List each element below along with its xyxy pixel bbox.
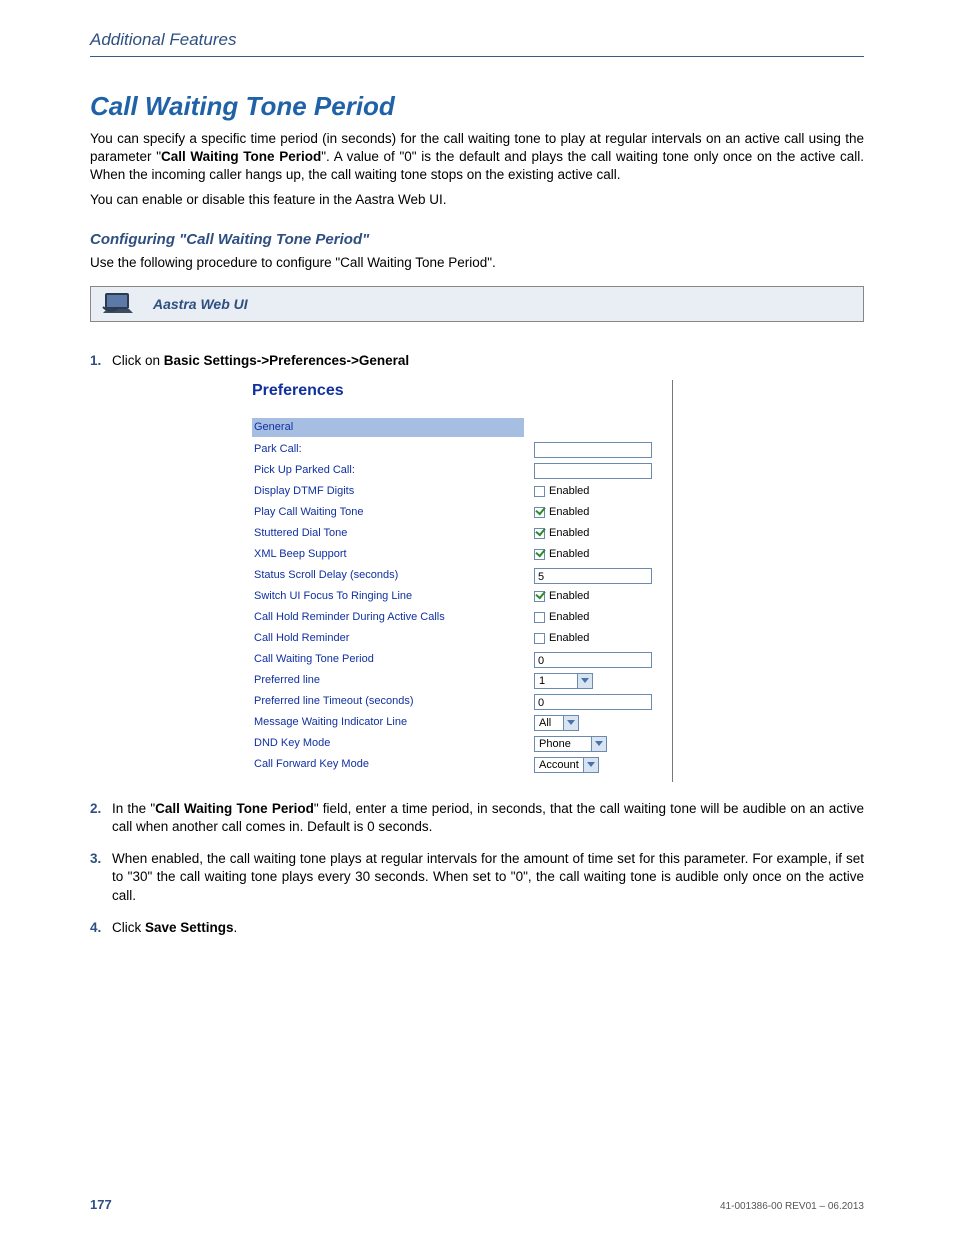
label: XML Beep Support <box>252 547 534 562</box>
procedure-steps: Click on Basic Settings->Preferences->Ge… <box>90 352 864 937</box>
page-footer: 177 41-001386-00 REV01 – 06.2013 <box>90 1197 864 1212</box>
label: DND Key Mode <box>252 736 534 751</box>
stutter-checkbox[interactable] <box>534 528 545 539</box>
row-park-call: Park Call: <box>252 440 672 460</box>
chevron-down-icon <box>563 716 578 730</box>
label: Switch UI Focus To Ringing Line <box>252 589 534 604</box>
enabled-text: Enabled <box>549 505 589 520</box>
page-number: 177 <box>90 1197 112 1212</box>
section-title: Call Waiting Tone Period <box>90 91 864 122</box>
select-value: Phone <box>535 737 591 751</box>
step-2: In the "Call Waiting Tone Period" field,… <box>90 800 864 836</box>
enabled-text: Enabled <box>549 589 589 604</box>
prefline-timeout-input[interactable]: 0 <box>534 694 652 710</box>
running-header: Additional Features <box>90 30 864 57</box>
field-name: Call Waiting Tone Period <box>155 801 314 816</box>
row-cw-tone-period: Call Waiting Tone Period 0 <box>252 650 672 670</box>
step-3: When enabled, the call waiting tone play… <box>90 850 864 905</box>
switchui-checkbox[interactable] <box>534 591 545 602</box>
computer-icon <box>101 291 135 317</box>
row-dtmf: Display DTMF Digits Enabled <box>252 482 672 502</box>
row-hold-reminder: Call Hold Reminder Enabled <box>252 629 672 649</box>
paragraph-intro: You can specify a specific time period (… <box>90 130 864 185</box>
label: Message Waiting Indicator Line <box>252 715 534 730</box>
label: Display DTMF Digits <box>252 484 534 499</box>
row-dnd-key-mode: DND Key Mode Phone <box>252 734 672 754</box>
preferred-line-select[interactable]: 1 <box>534 673 593 689</box>
text: In the " <box>112 801 155 816</box>
row-preferred-line-timeout: Preferred line Timeout (seconds) 0 <box>252 692 672 712</box>
cfwd-select[interactable]: Account <box>534 757 599 773</box>
mwi-select[interactable]: All <box>534 715 579 731</box>
scroll-delay-input[interactable]: 5 <box>534 568 652 584</box>
document-id: 41-001386-00 REV01 – 06.2013 <box>720 1201 864 1212</box>
row-xml-beep: XML Beep Support Enabled <box>252 545 672 565</box>
playcw-checkbox[interactable] <box>534 507 545 518</box>
text: Click <box>112 920 145 935</box>
row-scroll-delay: Status Scroll Delay (seconds) 5 <box>252 566 672 586</box>
enabled-text: Enabled <box>549 631 589 646</box>
chevron-down-icon <box>591 737 606 751</box>
paragraph-procedure: Use the following procedure to configure… <box>90 254 864 272</box>
prefs-section-header: General <box>252 418 524 437</box>
enabled-text: Enabled <box>549 526 589 541</box>
row-cfwd-key-mode: Call Forward Key Mode Account <box>252 755 672 775</box>
label: Status Scroll Delay (seconds) <box>252 568 534 583</box>
chevron-down-icon <box>577 674 592 688</box>
label: Park Call: <box>252 442 534 457</box>
enabled-text: Enabled <box>549 547 589 562</box>
enabled-text: Enabled <box>549 484 589 499</box>
cw-period-input[interactable]: 0 <box>534 652 652 668</box>
label: Stuttered Dial Tone <box>252 526 534 541</box>
select-value: All <box>535 716 563 730</box>
prefs-heading: Preferences <box>252 380 672 402</box>
enabled-text: Enabled <box>549 610 589 625</box>
label: Preferred line Timeout (seconds) <box>252 694 534 709</box>
paragraph-enable-note: You can enable or disable this feature i… <box>90 191 864 209</box>
select-value: Account <box>535 758 583 772</box>
dnd-select[interactable]: Phone <box>534 736 607 752</box>
park-call-input[interactable] <box>534 442 652 458</box>
aastra-bar-label: Aastra Web UI <box>153 296 248 312</box>
aastra-web-ui-bar: Aastra Web UI <box>90 286 864 322</box>
row-pickup-parked: Pick Up Parked Call: <box>252 461 672 481</box>
holdrem-checkbox[interactable] <box>534 633 545 644</box>
label: Call Waiting Tone Period <box>252 652 534 667</box>
row-stuttered: Stuttered Dial Tone Enabled <box>252 524 672 544</box>
label: Preferred line <box>252 673 534 688</box>
save-settings-text: Save Settings <box>145 920 234 935</box>
label: Call Hold Reminder During Active Calls <box>252 610 534 625</box>
param-name: Call Waiting Tone Period <box>161 149 321 164</box>
config-subheading: Configuring "Call Waiting Tone Period" <box>90 231 864 248</box>
row-hold-reminder-active: Call Hold Reminder During Active Calls E… <box>252 608 672 628</box>
row-mwi-line: Message Waiting Indicator Line All <box>252 713 672 733</box>
nav-path: Basic Settings->Preferences->General <box>164 353 409 368</box>
chevron-down-icon <box>583 758 598 772</box>
label: Pick Up Parked Call: <box>252 463 534 478</box>
label: Play Call Waiting Tone <box>252 505 534 520</box>
holdrem-active-checkbox[interactable] <box>534 612 545 623</box>
select-value: 1 <box>535 674 577 688</box>
step-1: Click on Basic Settings->Preferences->Ge… <box>90 352 864 782</box>
xml-checkbox[interactable] <box>534 549 545 560</box>
label: Call Forward Key Mode <box>252 757 534 772</box>
row-preferred-line: Preferred line 1 <box>252 671 672 691</box>
pickup-input[interactable] <box>534 463 652 479</box>
label: Call Hold Reminder <box>252 631 534 646</box>
dtmf-checkbox[interactable] <box>534 486 545 497</box>
step-4: Click Save Settings. <box>90 919 864 937</box>
text: . <box>234 920 238 935</box>
preferences-screenshot: Preferences General Park Call: Pick Up P… <box>252 380 673 781</box>
text: Click on <box>112 353 164 368</box>
row-switch-ui: Switch UI Focus To Ringing Line Enabled <box>252 587 672 607</box>
row-play-cw: Play Call Waiting Tone Enabled <box>252 503 672 523</box>
